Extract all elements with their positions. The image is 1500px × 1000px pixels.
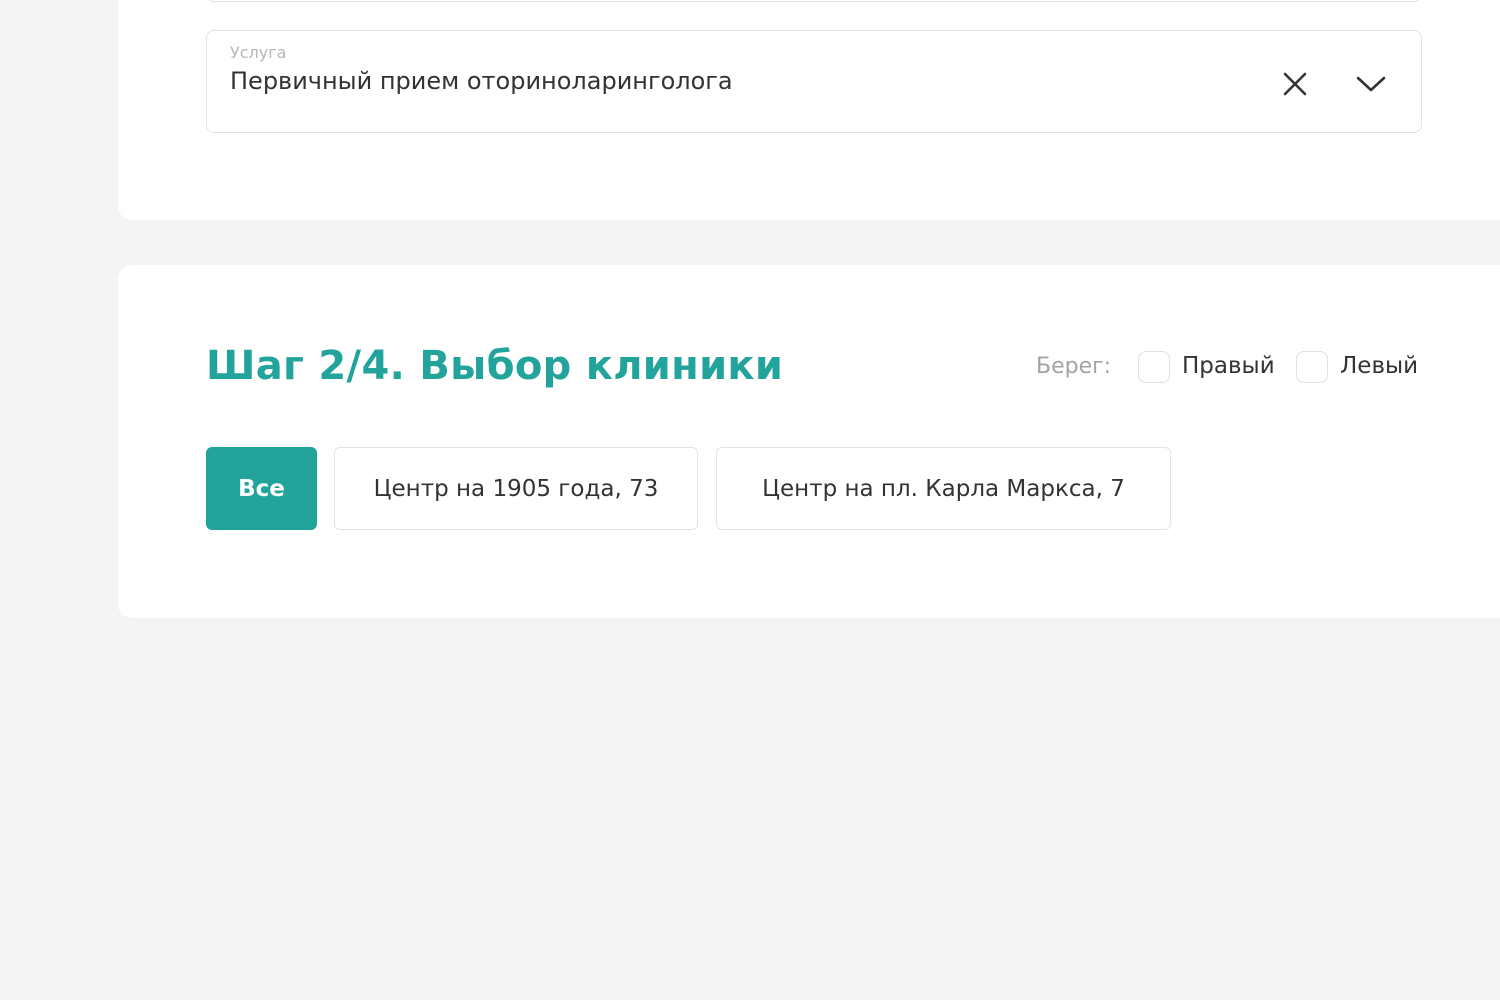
clinic-filter-1905-button[interactable]: Центр на 1905 года, 73 xyxy=(334,447,698,530)
clinic-step-card: Шаг 2/4. Выбор клиники Берег: Правый Лев… xyxy=(118,265,1500,618)
service-select-label: Услуга xyxy=(230,43,287,62)
previous-field-edge xyxy=(206,0,1422,2)
clinic-filter-all-button[interactable]: Все xyxy=(206,447,317,530)
clear-button[interactable] xyxy=(1277,66,1313,102)
expand-button[interactable] xyxy=(1353,66,1389,102)
clinic-filter-karl-marx-button[interactable]: Центр на пл. Карла Маркса, 7 xyxy=(716,447,1171,530)
service-select-value: Первичный прием оториноларинголога xyxy=(230,67,733,95)
service-card: Услуга Первичный прием оториноларинголог… xyxy=(118,0,1500,220)
checkbox-left-bank-label[interactable]: Левый xyxy=(1340,353,1418,379)
step-title: Шаг 2/4. Выбор клиники xyxy=(206,343,784,389)
bank-filter-label: Берег: xyxy=(1036,354,1112,379)
service-select[interactable]: Услуга Первичный прием оториноларинголог… xyxy=(206,30,1422,133)
close-icon xyxy=(1283,72,1307,96)
checkbox-right-bank[interactable] xyxy=(1138,351,1170,383)
checkbox-right-bank-label[interactable]: Правый xyxy=(1182,353,1275,379)
chevron-down-icon xyxy=(1356,76,1386,92)
checkbox-left-bank[interactable] xyxy=(1296,351,1328,383)
